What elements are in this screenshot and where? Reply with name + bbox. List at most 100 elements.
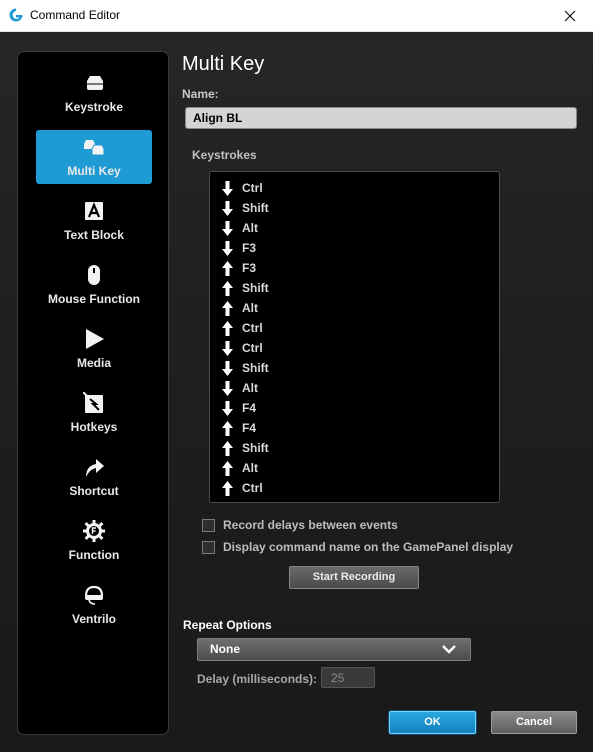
sidebar-item-label: Function (68, 548, 120, 562)
keystroke-row[interactable]: Alt (222, 298, 258, 318)
keystroke-row[interactable]: Ctrl (222, 318, 263, 338)
sidebar-item-ventrilo[interactable]: Ventrilo (36, 578, 152, 632)
keystroke-row[interactable]: Shift (222, 198, 269, 218)
sidebar-item-label: Keystroke (64, 100, 124, 114)
keystroke-key: Ctrl (242, 341, 263, 355)
close-icon (564, 10, 576, 21)
keystroke-key: Ctrl (242, 181, 263, 195)
command-type-sidebar: Keystroke Multi Key Text Block Mouse Fun… (18, 52, 168, 734)
keystroke-row[interactable]: Alt (222, 458, 258, 478)
hotkeys-icon (83, 392, 103, 413)
play-icon (86, 329, 104, 349)
display-name-option[interactable]: Display command name on the GamePanel di… (202, 539, 513, 555)
keystroke-key: F4 (242, 421, 257, 435)
headset-icon (84, 585, 104, 605)
sidebar-item-label: Mouse Function (48, 292, 140, 306)
keystrokes-list[interactable]: Ctrl Shift Alt F3 F3 Shift Alt Ctrl Ctrl Shift Alt… (209, 171, 500, 503)
page-title: Multi Key (182, 53, 265, 75)
keystroke-key: Ctrl (242, 481, 263, 495)
sidebar-item-text-block[interactable]: Text Block (36, 194, 152, 248)
function-gear-icon (83, 520, 105, 542)
sidebar-item-hotkeys[interactable]: Hotkeys (36, 386, 152, 440)
keystroke-row[interactable]: Ctrl (222, 478, 263, 498)
title-bar: Command Editor (0, 0, 593, 32)
keystroke-key: Shift (242, 441, 269, 455)
chevron-down-icon (442, 645, 456, 654)
sidebar-item-label: Media (76, 356, 111, 370)
text-block-icon (85, 202, 103, 220)
arrow-down-icon (222, 380, 233, 396)
keystroke-key: F3 (242, 261, 257, 275)
keycap-icon (87, 76, 103, 90)
record-delays-checkbox[interactable] (202, 518, 215, 532)
keystroke-row[interactable]: Ctrl (222, 178, 263, 198)
arrow-up-icon (222, 460, 233, 476)
start-recording-button[interactable]: Start Recording (289, 566, 419, 589)
keystroke-key: Alt (242, 381, 258, 395)
keystroke-row[interactable]: Ctrl (222, 338, 263, 358)
shortcut-arrow-icon (86, 459, 104, 477)
repeat-selected-value: None (210, 642, 240, 656)
keystroke-key: Alt (242, 301, 258, 315)
display-name-label: Display command name on the GamePanel di… (223, 540, 514, 554)
sidebar-item-function[interactable]: Function (36, 514, 152, 568)
keystroke-row[interactable]: Alt (222, 378, 258, 398)
keystroke-key: F4 (242, 401, 257, 415)
arrow-up-icon (222, 320, 233, 336)
sidebar-item-multi-key[interactable]: Multi Key (36, 130, 152, 184)
record-delays-label: Record delays between events (223, 518, 398, 532)
name-field[interactable]: Align BL (185, 107, 577, 129)
window-title: Command Editor (30, 8, 121, 22)
arrow-down-icon (222, 400, 233, 416)
keystroke-key: Shift (242, 201, 269, 215)
arrow-up-icon (222, 260, 233, 276)
keystroke-key: Shift (242, 281, 269, 295)
arrow-up-icon (222, 420, 233, 436)
keystroke-row[interactable]: Shift (222, 438, 269, 458)
keystroke-key: F3 (242, 241, 257, 255)
keystroke-row[interactable]: F4 (222, 418, 256, 438)
keystroke-row[interactable]: F4 (222, 398, 256, 418)
sidebar-item-label: Shortcut (69, 484, 119, 498)
sidebar-item-label: Ventrilo (71, 612, 116, 626)
repeat-options-select[interactable]: None (197, 638, 471, 661)
sidebar-item-mouse-function[interactable]: Mouse Function (36, 258, 152, 312)
delay-label: Delay (milliseconds): (197, 672, 318, 686)
keystroke-row[interactable]: F3 (222, 238, 256, 258)
ok-button[interactable]: OK (389, 711, 476, 734)
arrow-down-icon (222, 340, 233, 356)
sidebar-item-label: Multi Key (67, 164, 121, 178)
arrow-up-icon (222, 480, 233, 496)
arrow-down-icon (222, 240, 233, 256)
close-button[interactable] (547, 0, 593, 31)
keystroke-key: Alt (242, 221, 258, 235)
keystroke-key: Shift (242, 361, 269, 375)
keystrokes-label: Keystrokes (192, 148, 257, 162)
cancel-button[interactable]: Cancel (491, 711, 577, 734)
logitech-g-logo (9, 8, 23, 22)
arrow-down-icon (222, 360, 233, 376)
keystroke-row[interactable]: Shift (222, 278, 269, 298)
repeat-options-label: Repeat Options (183, 618, 272, 632)
arrow-down-icon (222, 200, 233, 216)
keystroke-key: Alt (242, 461, 258, 475)
sidebar-item-keystroke[interactable]: Keystroke (36, 66, 152, 120)
multi-keycap-icon (84, 140, 105, 156)
keystroke-key: Ctrl (242, 321, 263, 335)
arrow-up-icon (222, 440, 233, 456)
arrow-down-icon (222, 220, 233, 236)
editor-panel: Keystroke Multi Key Text Block Mouse Fun… (0, 32, 593, 752)
arrow-down-icon (222, 180, 233, 196)
keystroke-row[interactable]: Alt (222, 218, 258, 238)
keystroke-row[interactable]: Shift (222, 358, 269, 378)
keystroke-row[interactable]: F3 (222, 258, 256, 278)
sidebar-item-label: Text Block (64, 228, 124, 242)
sidebar-item-shortcut[interactable]: Shortcut (36, 450, 152, 504)
delay-field[interactable]: 25 (321, 667, 375, 688)
name-label: Name: (182, 87, 219, 101)
record-delays-option[interactable]: Record delays between events (202, 517, 398, 533)
arrow-up-icon (222, 300, 233, 316)
sidebar-item-media[interactable]: Media (36, 322, 152, 376)
display-name-checkbox[interactable] (202, 540, 215, 554)
sidebar-item-label: Hotkeys (70, 420, 118, 434)
